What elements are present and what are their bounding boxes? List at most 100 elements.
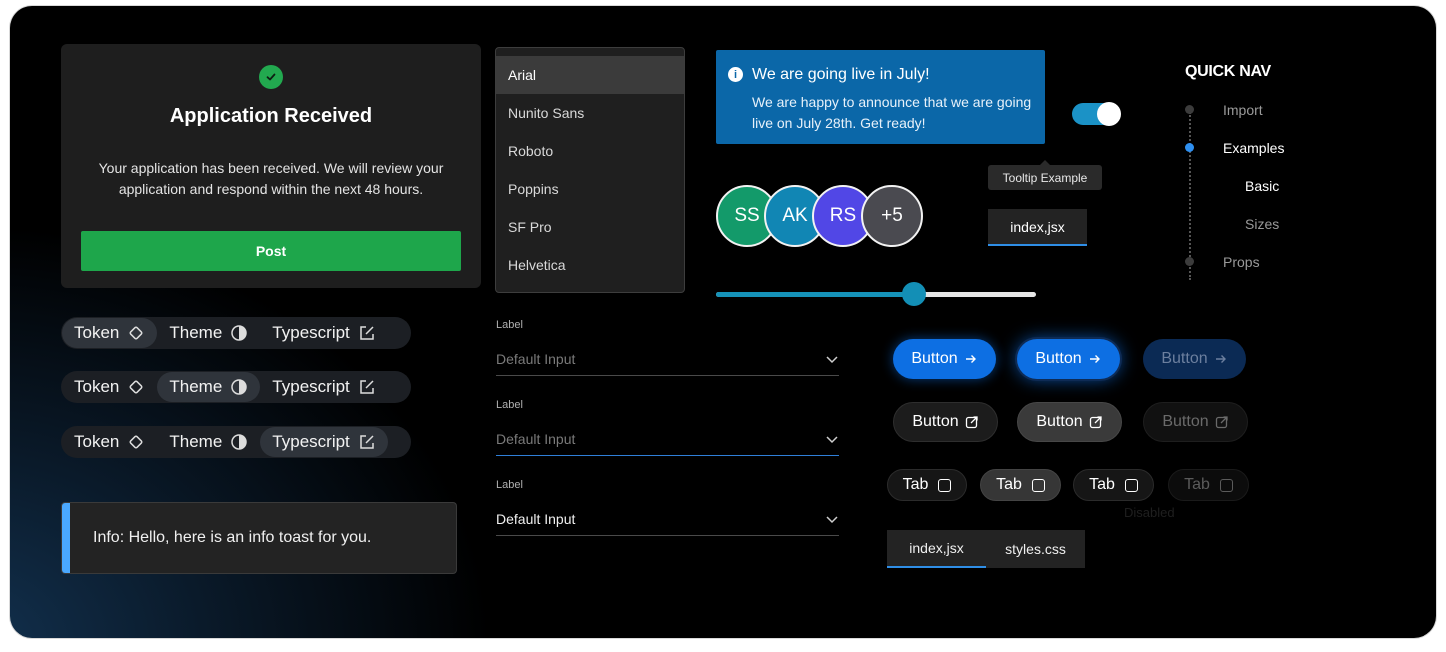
dropdown-option[interactable]: Helvetica [496,246,684,284]
file-tab-bar: index,jsx styles.css [887,530,1085,568]
arrow-right-icon [1088,352,1102,366]
edit-icon [358,324,376,342]
quick-nav-props[interactable]: Props [1223,254,1260,270]
secondary-button[interactable]: Button [893,402,998,442]
toggle-knob [1097,102,1121,126]
tab-index-jsx[interactable]: index,jsx [887,530,986,568]
tab-label: Tab [996,476,1022,493]
quick-nav-title: QUICK NAV [1185,63,1271,80]
quick-nav-basic[interactable]: Basic [1245,178,1279,194]
tab-label: Tab [1089,476,1115,493]
square-icon [1219,478,1233,492]
segment-label: Theme [169,432,223,451]
chevron-down-icon [825,512,839,526]
success-card: Application Received Your application ha… [61,44,481,288]
nav-dot [1185,257,1194,266]
dropdown-option[interactable]: Nunito Sans [496,94,684,132]
external-link-icon [1215,415,1229,429]
chevron-down-icon [825,352,839,366]
dropdown-option[interactable]: Arial [496,56,684,94]
secondary-button-disabled: Button [1143,402,1248,442]
toast-accent-bar [62,503,70,573]
segment-label: Theme [169,323,223,342]
input-label: Label [496,479,523,491]
quick-nav-examples[interactable]: Examples [1223,140,1284,156]
segment-typescript[interactable]: Typescript [260,372,387,402]
check-circle-icon [259,65,283,89]
info-icon: i [728,67,743,82]
component-showcase: Application Received Your application ha… [10,6,1436,638]
button-label: Button [1162,413,1209,430]
segment-label: Token [74,377,120,396]
input-label: Label [496,399,523,411]
select-input[interactable]: Default Input [496,342,839,376]
edit-icon [358,378,376,396]
input-value: Default Input [496,510,576,527]
font-dropdown-menu: Arial Nunito Sans Roboto Poppins SF Pro … [495,47,685,293]
slider-fill [716,292,915,297]
primary-button-focused[interactable]: Button [1017,339,1120,379]
segment-token[interactable]: Token [62,372,157,402]
dropdown-option[interactable]: Poppins [496,170,684,208]
file-tab[interactable]: index,jsx [988,209,1087,246]
button-label: Button [1035,350,1082,367]
input-label: Label [496,319,523,331]
chevron-down-icon [825,432,839,446]
slider-thumb[interactable] [902,282,927,306]
segment-label: Typescript [272,432,350,451]
segment-token[interactable]: Token [62,427,157,457]
toast-message: Info: Hello, here is an info toast for y… [93,529,372,546]
dropdown-option[interactable]: Roboto [496,132,684,170]
external-link-icon [965,415,979,429]
button-label: Button [912,413,959,430]
contrast-icon [230,324,248,342]
post-button[interactable]: Post [81,231,461,271]
banner-body: We are happy to announce that we are goi… [752,94,1032,131]
select-input-filled[interactable]: Default Input [496,502,839,536]
edit-icon [358,433,376,451]
tab-disabled: Tab [1168,469,1249,501]
segment-theme[interactable]: Theme [157,318,260,348]
quick-nav-rail [1189,112,1191,280]
segmented-control: Token Theme Typescript [61,426,411,458]
square-icon [938,478,952,492]
diamond-icon [127,324,145,342]
external-link-icon [1089,415,1103,429]
secondary-button-hover[interactable]: Button [1017,402,1122,442]
tab-label: Tab [902,476,929,493]
disabled-caption: Disabled [1124,505,1175,520]
segmented-control: Token Theme Typescript [61,317,411,349]
tab-hover[interactable]: Tab [980,469,1061,501]
segment-label: Typescript [272,323,350,342]
tab-styles-css[interactable]: styles.css [986,530,1085,568]
arrow-right-icon [964,352,978,366]
square-icon [1031,478,1045,492]
announcement-banner: i We are going live in July! We are happ… [716,50,1045,144]
button-label: Button [1036,413,1083,430]
tab[interactable]: Tab [1073,469,1154,501]
tab[interactable]: Tab [887,469,967,501]
primary-button[interactable]: Button [893,339,996,379]
diamond-icon [127,378,145,396]
arrow-right-icon [1214,352,1228,366]
toggle-switch[interactable] [1072,102,1121,126]
square-icon [1124,478,1138,492]
tooltip: Tooltip Example [988,165,1102,190]
segment-theme[interactable]: Theme [157,427,260,457]
segment-token[interactable]: Token [62,318,158,348]
segment-typescript[interactable]: Typescript [260,427,388,457]
nav-dot-active [1185,143,1194,152]
slider-track[interactable] [716,292,1036,297]
avatar-overflow-count[interactable]: +5 [861,185,923,247]
primary-button-disabled: Button [1143,339,1246,379]
quick-nav-import[interactable]: Import [1223,102,1263,118]
quick-nav-sizes[interactable]: Sizes [1245,216,1279,232]
select-input-focused[interactable]: Default Input [496,422,839,456]
diamond-icon [127,433,145,451]
dropdown-option[interactable]: SF Pro [496,208,684,246]
segment-typescript[interactable]: Typescript [260,318,387,348]
tab-label: Tab [1184,476,1210,493]
segment-theme[interactable]: Theme [157,372,261,402]
banner-title: We are going live in July! [752,66,930,83]
button-label: Button [911,350,958,367]
